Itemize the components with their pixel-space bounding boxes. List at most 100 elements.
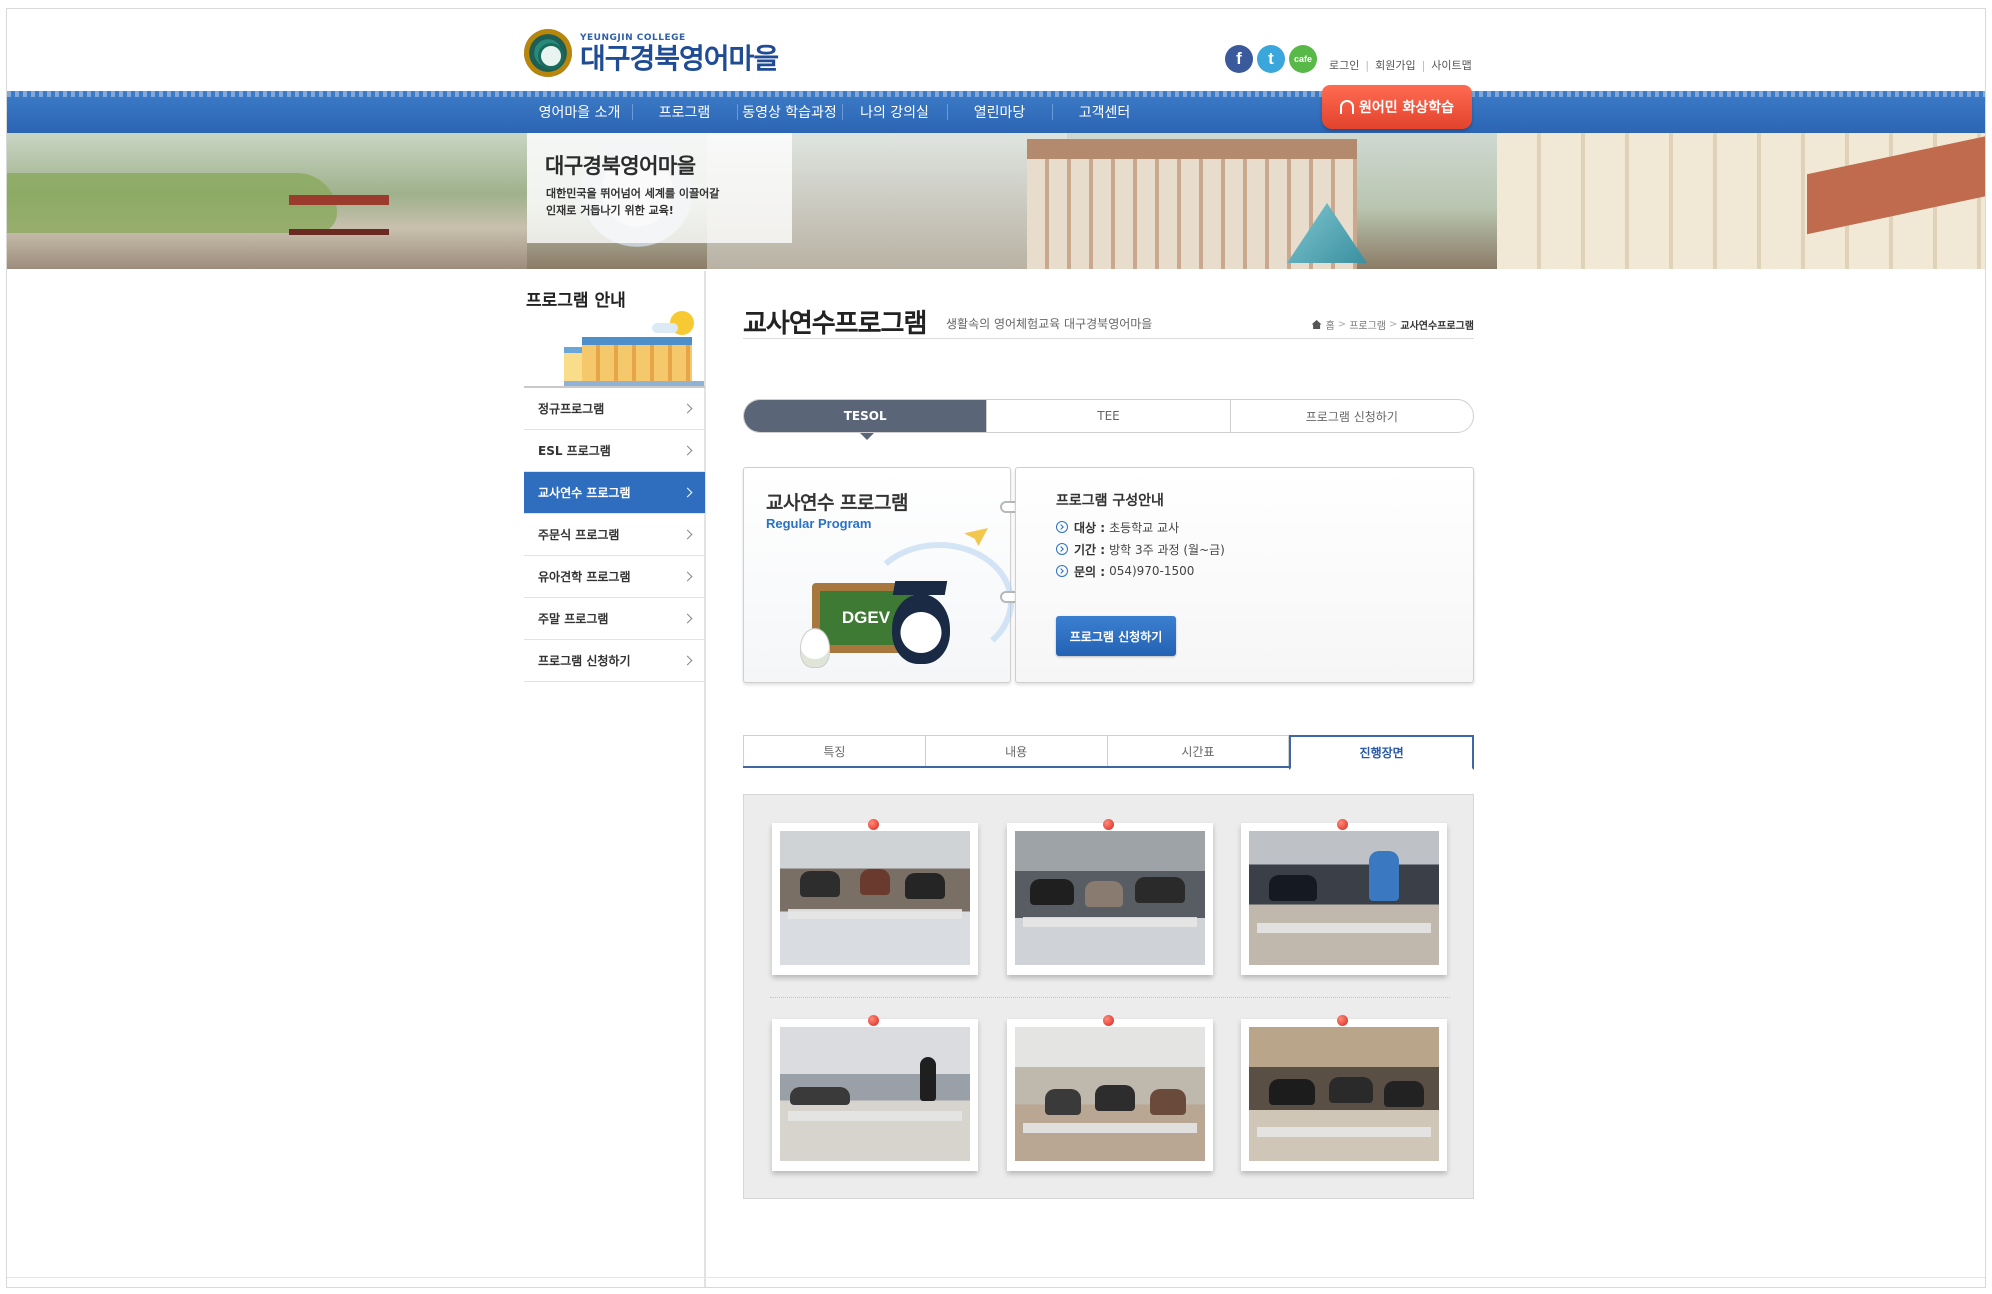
nav-item-classroom[interactable]: 나의 강의실 (842, 91, 947, 133)
gallery-photo[interactable] (772, 1015, 978, 1171)
breadcrumb-program[interactable]: 프로그램 (1349, 317, 1386, 332)
tab-features[interactable]: 특징 (743, 735, 926, 766)
village-illustration (564, 309, 704, 387)
nav-item-about[interactable]: 영어마을 소개 (527, 91, 632, 133)
gallery-photo[interactable] (772, 819, 978, 975)
photo-gallery (743, 794, 1474, 1199)
cafe-icon[interactable]: cafe (1289, 45, 1317, 73)
social-links: f t cafe (1225, 45, 1317, 73)
breadcrumb-home[interactable]: 홈 (1326, 317, 1335, 332)
info-row-period: 기간 : 방학 3주 과정 (월~금) (1056, 538, 1225, 560)
breadcrumb-current: 교사연수프로그램 (1400, 321, 1474, 332)
footer-divider (7, 1277, 1985, 1278)
signup-link[interactable]: 회원가입 (1375, 57, 1415, 73)
home-icon[interactable] (1311, 320, 1322, 329)
nav-item-program[interactable]: 프로그램 (632, 91, 737, 133)
chevron-right-icon (682, 529, 693, 540)
classroom-photo (780, 1027, 970, 1161)
pushpin-icon (1337, 819, 1348, 830)
tab-schedule[interactable]: 시간표 (1107, 735, 1290, 766)
sidebar-item-kids-tour[interactable]: 유아견학 프로그램 (524, 556, 705, 598)
nav-item-video[interactable]: 동영상 학습과정 (737, 91, 842, 133)
pushpin-icon (868, 819, 879, 830)
info-list: 대상 : 초등학교 교사 기간 : 방학 3주 과정 (월~금) 문의 :054)9… (1056, 516, 1225, 582)
tab-apply[interactable]: 프로그램 신청하기 (1229, 400, 1473, 432)
sitemap-link[interactable]: 사이트맵 (1431, 57, 1471, 73)
sidebar-item-teacher-training[interactable]: 교사연수 프로그램 (524, 472, 705, 514)
chevron-right-icon (682, 487, 693, 498)
sidebar-title: 프로그램 안내 (526, 291, 626, 311)
bench-graphic (289, 195, 389, 235)
pushpin-icon (868, 1015, 879, 1026)
sidebar-menu: 정규프로그램 ESL 프로그램 교사연수 프로그램 주문식 프로그램 유아견학 … (524, 386, 705, 682)
site-header: YEUNGJIN COLLEGE 대구경북영어마을 f t cafe 로그인 |… (7, 9, 1985, 91)
tab-contents[interactable]: 내용 (925, 735, 1108, 766)
classroom-photo (1015, 831, 1205, 965)
sidebar-item-esl[interactable]: ESL 프로그램 (524, 430, 705, 472)
gallery-photo[interactable] (1007, 819, 1213, 975)
graduation-cap-icon (892, 581, 948, 595)
hero-banner: 대구경북영어마을 대한민국을 뛰어넘어 세계를 이끌어갈 인재로 거듭나기 위한… (7, 133, 1985, 269)
video-lesson-label: 원어민 화상학습 (1358, 100, 1455, 116)
banner-description: 대한민국을 뛰어넘어 세계를 이끌어갈 인재로 거듭나기 위한 교육! (546, 187, 720, 217)
breadcrumb: 홈 > 프로그램 > 교사연수프로그램 (1311, 317, 1474, 332)
house-icon (582, 337, 692, 387)
twitter-icon[interactable]: t (1257, 45, 1285, 73)
chevron-right-icon: > (1389, 319, 1398, 330)
paper-plane-icon (964, 528, 988, 546)
chevron-right-icon (682, 613, 693, 624)
nav-item-board[interactable]: 열린마당 (947, 91, 1052, 133)
video-lesson-button[interactable]: 원어민 화상학습 (1322, 85, 1472, 129)
pushpin-icon (1103, 1015, 1114, 1026)
program-card-subtitle: Regular Program (766, 516, 872, 531)
tab-scenes[interactable]: 진행장면 (1289, 735, 1474, 770)
divider (770, 997, 1450, 998)
classroom-photo (1249, 831, 1439, 965)
logo-emblem-icon (524, 29, 572, 77)
active-tab-pointer (860, 433, 874, 440)
gallery-photo[interactable] (1007, 1015, 1213, 1171)
cloud-icon (652, 323, 678, 333)
small-mascot-graphic (800, 628, 830, 668)
divider: | (1421, 58, 1426, 72)
facebook-icon[interactable]: f (1225, 45, 1253, 73)
chevron-circle-icon (1056, 521, 1068, 533)
page-subtitle: 생활속의 영어체험교육 대구경북영어마을 (946, 317, 1153, 331)
mascot-graphic (892, 594, 950, 664)
classroom-photo (1249, 1027, 1439, 1161)
sidebar-item-apply[interactable]: 프로그램 신청하기 (524, 640, 705, 682)
classroom-photo (780, 831, 970, 965)
chevron-circle-icon (1056, 543, 1068, 555)
program-info-card: 프로그램 구성안내 대상 : 초등학교 교사 기간 : 방학 3주 과정 (월~금)… (1015, 467, 1474, 683)
login-link[interactable]: 로그인 (1329, 57, 1359, 73)
page-title: 교사연수프로그램 (743, 309, 927, 339)
info-row-target: 대상 : 초등학교 교사 (1056, 516, 1225, 538)
chevron-right-icon (682, 445, 693, 456)
chevron-circle-icon (1056, 565, 1068, 577)
info-heading: 프로그램 구성안내 (1056, 493, 1164, 509)
gallery-photo[interactable] (1241, 819, 1447, 975)
classroom-photo (1015, 1027, 1205, 1161)
sidebar-item-regular[interactable]: 정규프로그램 (524, 388, 705, 430)
chevron-right-icon (682, 571, 693, 582)
chevron-right-icon (682, 655, 693, 666)
detail-tabs: 특징 내용 시간표 진행장면 (743, 735, 1474, 770)
chevron-right-icon (682, 403, 693, 414)
pushpin-icon (1103, 819, 1114, 830)
sidebar-item-custom[interactable]: 주문식 프로그램 (524, 514, 705, 556)
utility-links: 로그인 | 회원가입 | 사이트맵 (1329, 57, 1472, 73)
chevron-right-icon: > (1337, 319, 1347, 330)
pushpin-icon (1337, 1015, 1348, 1026)
logo-title: 대구경북영어마을 (580, 41, 779, 75)
sidebar-item-weekend[interactable]: 주말 프로그램 (524, 598, 705, 640)
program-tabs: TESOL TEE 프로그램 신청하기 (743, 399, 1474, 433)
main-nav: 영어마을 소개 프로그램 동영상 학습과정 나의 강의실 열린마당 고객센터 원… (7, 85, 1985, 133)
site-logo[interactable]: YEUNGJIN COLLEGE 대구경북영어마을 (524, 27, 779, 79)
tab-tee[interactable]: TEE (986, 400, 1229, 432)
info-row-contact: 문의 :054)970-1500 (1056, 560, 1225, 582)
gallery-photo[interactable] (1241, 1015, 1447, 1171)
nav-item-support[interactable]: 고객센터 (1052, 91, 1157, 133)
apply-program-button[interactable]: 프로그램 신청하기 (1056, 616, 1176, 656)
banner-title: 대구경북영어마을 (545, 154, 696, 178)
tab-tesol[interactable]: TESOL (744, 400, 987, 432)
